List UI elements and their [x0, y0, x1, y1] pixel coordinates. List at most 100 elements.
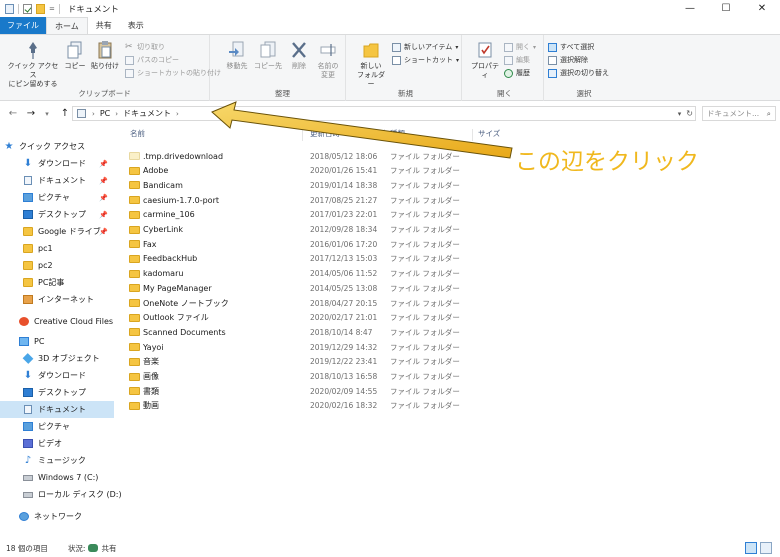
details-view-button[interactable] [745, 542, 757, 554]
nav-item-pc-pictures[interactable]: ピクチャ [0, 418, 114, 435]
move-to-icon [229, 41, 244, 57]
breadcrumb-documents[interactable]: ドキュメント [123, 108, 171, 119]
paste-button[interactable]: 貼り付け [90, 40, 120, 71]
file-row[interactable]: Outlook ファイル 2020/02/17 21:01 ファイル フォルダー [122, 311, 602, 325]
address-bar[interactable]: › PC › ドキュメント › ▾ ↻ [72, 106, 696, 121]
column-divider[interactable] [472, 129, 473, 141]
cut-button[interactable]: ✂ 切り取り [125, 42, 165, 52]
copy-to-button[interactable]: コピー先 [254, 40, 282, 71]
copy-path-button[interactable]: パスのコピー [125, 55, 179, 65]
forward-button[interactable]: → [24, 108, 38, 119]
nav-item-pictures[interactable]: ピクチャ 📌 [0, 189, 114, 206]
file-row[interactable]: Fax 2016/01/06 17:20 ファイル フォルダー [122, 237, 602, 251]
pin-quick-access-button[interactable]: クイック アクセス にピン留めする [6, 40, 60, 89]
file-row[interactable]: 動画 2020/02/16 18:32 ファイル フォルダー [122, 399, 602, 413]
new-folder-button[interactable]: 新しい フォルダー [354, 40, 388, 89]
properties-button[interactable]: プロパティ [468, 40, 502, 80]
nav-item-pc2[interactable]: pc2 [0, 257, 114, 274]
properties-icon[interactable] [23, 3, 32, 14]
tab-file[interactable]: ファイル [0, 17, 46, 34]
address-history-dropdown[interactable]: ▾ [678, 110, 682, 118]
shortcut-button[interactable]: ショートカット ▾ [392, 55, 459, 65]
nav-network[interactable]: ネットワーク [0, 508, 114, 525]
file-row[interactable]: FeedbackHub 2017/12/13 15:03 ファイル フォルダー [122, 252, 602, 266]
nav-item-documents[interactable]: ドキュメント 📌 [0, 172, 114, 189]
select-none-button[interactable]: 選択解除 [548, 55, 588, 65]
column-header-date[interactable]: 更新日時 [310, 128, 340, 139]
file-row[interactable]: 画像 2018/10/13 16:58 ファイル フォルダー [122, 370, 602, 384]
maximize-button[interactable]: ☐ [708, 0, 744, 17]
minimize-button[interactable]: — [672, 0, 708, 17]
nav-item-pc-downloads[interactable]: ⬇ ダウンロード [0, 367, 114, 384]
refresh-icon[interactable]: ↻ [686, 109, 693, 118]
file-row[interactable]: My PageManager 2014/05/25 13:08 ファイル フォルダー [122, 281, 602, 295]
file-name: kadomaru [143, 269, 184, 279]
nav-item-pc-articles[interactable]: PC記事 [0, 274, 114, 291]
nav-item-3d-objects[interactable]: 3D オブジェクト [0, 350, 114, 367]
file-row[interactable]: 書類 2020/02/09 14:55 ファイル フォルダー [122, 384, 602, 398]
large-icons-view-button[interactable] [760, 542, 772, 554]
nav-item-downloads[interactable]: ⬇ ダウンロード 📌 [0, 155, 114, 172]
rename-button[interactable]: 名前の 変更 [314, 40, 342, 80]
history-button[interactable]: 履歴 [504, 68, 530, 78]
document-icon[interactable] [5, 3, 14, 14]
file-row[interactable]: OneNote ノートブック 2018/04/27 20:15 ファイル フォルダー [122, 296, 602, 310]
column-divider[interactable] [302, 129, 303, 141]
nav-item-videos[interactable]: ビデオ [0, 435, 114, 452]
nav-item-music[interactable]: ♪ ミュージック [0, 452, 114, 469]
breadcrumb-pc[interactable]: PC [100, 109, 110, 118]
close-button[interactable]: ✕ [744, 0, 780, 17]
nav-quick-access[interactable]: ★ クイック アクセス [0, 138, 114, 155]
file-row[interactable]: Yayoi 2019/12/29 14:32 ファイル フォルダー [122, 340, 602, 354]
open-button[interactable]: 開く ▾ [504, 42, 536, 52]
file-row[interactable]: carmine_106 2017/01/23 22:01 ファイル フォルダー [122, 208, 602, 222]
nav-item-internet[interactable]: インターネット [0, 291, 114, 308]
new-folder-icon[interactable] [36, 3, 45, 14]
invert-selection-button[interactable]: 選択の切り替え [548, 68, 609, 78]
folder-icon [129, 284, 140, 293]
column-divider[interactable] [384, 129, 385, 141]
nav-item-pc-documents[interactable]: ドキュメント [0, 401, 114, 418]
new-item-button[interactable]: 新しいアイテム ▾ [392, 42, 458, 52]
delete-button[interactable]: 削除 [288, 40, 310, 71]
file-name: carmine_106 [143, 210, 195, 220]
paste-shortcut-button[interactable]: ショートカットの貼り付け [125, 68, 221, 78]
recent-locations-dropdown[interactable]: ▾ [40, 110, 54, 118]
column-header-size[interactable]: サイズ [478, 128, 500, 139]
edit-button[interactable]: 編集 [504, 55, 530, 65]
column-header-type[interactable]: 種類 [390, 128, 405, 139]
file-name: Fax [143, 239, 157, 249]
nav-item-desktop[interactable]: デスクトップ 📌 [0, 206, 114, 223]
copy-button[interactable]: コピー [63, 40, 87, 71]
nav-item-drive-c[interactable]: Windows 7 (C:) [0, 469, 114, 486]
file-row[interactable]: kadomaru 2014/05/06 11:52 ファイル フォルダー [122, 267, 602, 281]
select-all-button[interactable]: すべて選択 [548, 42, 594, 52]
search-box[interactable]: ドキュメント... ⌕ [702, 106, 776, 121]
nav-label: Google ドライブ [38, 227, 101, 236]
file-row[interactable]: Scanned Documents 2018/10/14 8:47 ファイル フォル… [122, 325, 602, 339]
nav-pc[interactable]: PC [0, 333, 114, 350]
nav-item-pc1[interactable]: pc1 [0, 240, 114, 257]
star-icon: ★ [4, 141, 14, 152]
tab-home[interactable]: ホーム [46, 17, 88, 34]
back-button[interactable]: ← [6, 108, 20, 119]
tab-share[interactable]: 共有 [88, 17, 120, 34]
open-group: プロパティ 開く ▾ 編集 履歴 開く [466, 35, 544, 101]
column-header-name[interactable]: 名前 [130, 128, 145, 139]
nav-item-pc-desktop[interactable]: デスクトップ [0, 384, 114, 401]
nav-creative-cloud[interactable]: Creative Cloud Files [0, 313, 114, 330]
move-to-button[interactable]: 移動先 [224, 40, 250, 71]
status-label: 状況: [67, 543, 86, 553]
up-button[interactable]: ↑ [58, 108, 72, 119]
nav-item-drive-d[interactable]: ローカル ディスク (D:) [0, 486, 122, 503]
file-row[interactable]: Bandicam 2019/01/14 18:38 ファイル フォルダー [122, 178, 602, 192]
file-row[interactable]: caesium-1.7.0-port 2017/08/25 21:27 ファイル フ… [122, 193, 602, 207]
customize-toolbar-dropdown[interactable]: = [49, 5, 55, 13]
folder-icon [129, 181, 140, 190]
select-none-label: 選択解除 [560, 56, 588, 64]
nav-label: デスクトップ [38, 388, 86, 397]
nav-item-google-drive[interactable]: Google ドライブ 📌 [0, 223, 114, 240]
file-row[interactable]: 音楽 2019/12/22 23:41 ファイル フォルダー [122, 355, 602, 369]
tab-view[interactable]: 表示 [120, 17, 152, 34]
file-row[interactable]: CyberLink 2012/09/28 18:34 ファイル フォルダー [122, 223, 602, 237]
